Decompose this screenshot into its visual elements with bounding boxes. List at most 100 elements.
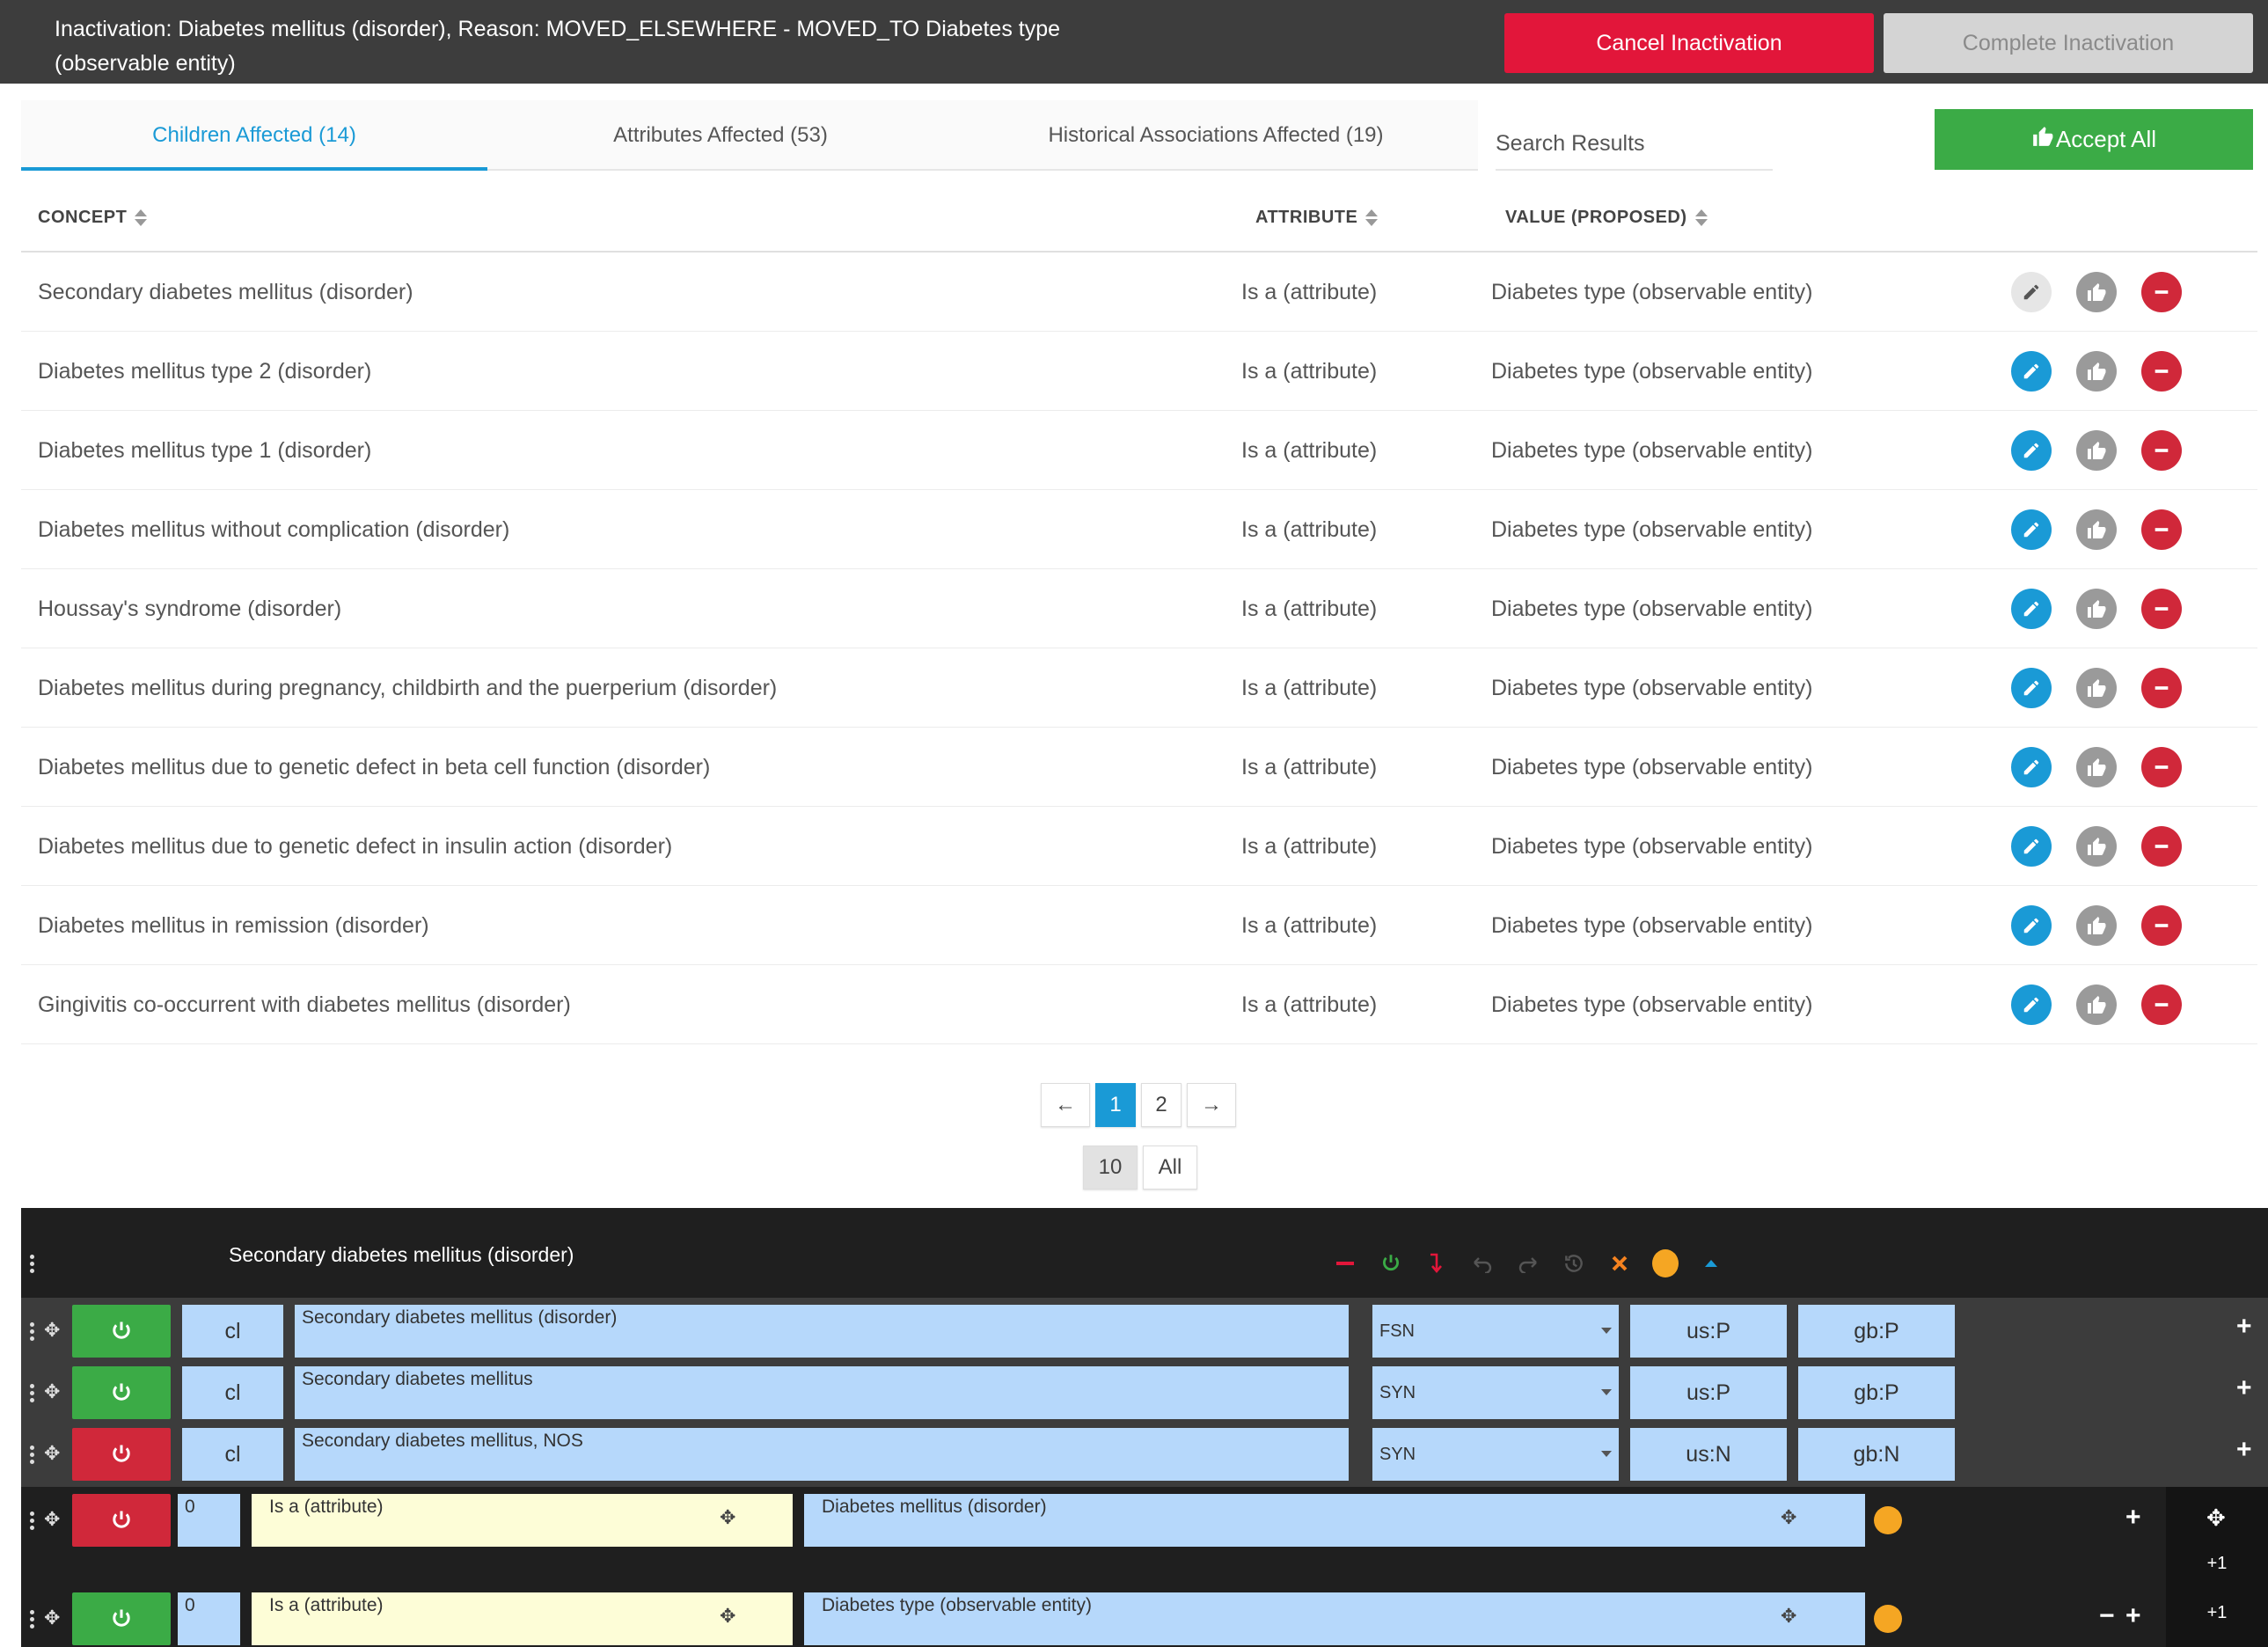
prev-page-button[interactable]: ← — [1041, 1083, 1090, 1127]
gb-acceptability-field[interactable]: gb:N — [1798, 1428, 1955, 1481]
remove-button[interactable] — [2141, 589, 2182, 629]
move-icon[interactable]: ✥ — [1781, 1506, 1796, 1529]
redo-icon[interactable] — [1515, 1250, 1541, 1277]
page-2-button[interactable]: 2 — [1141, 1083, 1182, 1127]
drag-handle-icon[interactable] — [28, 1255, 35, 1276]
group-badge[interactable]: +1 — [2166, 1554, 2268, 1574]
relationship-type-field[interactable]: Is a (attribute) — [252, 1592, 793, 1645]
search-results-input[interactable] — [1496, 118, 1773, 171]
remove-button[interactable] — [2141, 272, 2182, 312]
column-header-attribute[interactable]: ATTRIBUTE — [1255, 187, 1379, 253]
column-header-value-proposed[interactable]: VALUE (PROPOSED) — [1505, 187, 1708, 253]
edit-button[interactable] — [2011, 430, 2052, 471]
description-term-field[interactable]: Secondary diabetes mellitus (disorder) — [295, 1305, 1349, 1358]
remove-button[interactable] — [2141, 351, 2182, 392]
description-term-field[interactable]: Secondary diabetes mellitus, NOS — [295, 1428, 1349, 1481]
cancel-inactivation-button[interactable]: Cancel Inactivation — [1504, 13, 1874, 73]
case-significance-field[interactable]: cl — [182, 1305, 283, 1358]
relationship-type-field[interactable]: Is a (attribute) — [252, 1494, 793, 1547]
toggle-active-button[interactable] — [72, 1592, 171, 1645]
accept-button[interactable] — [2076, 747, 2117, 787]
move-icon[interactable]: ✥ — [720, 1605, 735, 1628]
edit-button[interactable] — [2011, 985, 2052, 1025]
description-type-select[interactable]: FSN — [1372, 1305, 1619, 1358]
accept-button[interactable] — [2076, 826, 2117, 867]
toggle-active-button[interactable] — [72, 1305, 171, 1358]
history-icon[interactable] — [1561, 1250, 1587, 1277]
toggle-active-button[interactable] — [72, 1428, 171, 1481]
drag-handle-icon[interactable] — [28, 1384, 35, 1405]
accept-button[interactable] — [2076, 351, 2117, 392]
add-relationship-icon[interactable]: + — [2125, 1503, 2141, 1533]
edit-button[interactable] — [2011, 905, 2052, 946]
group-badge[interactable]: +1 — [2166, 1603, 2268, 1623]
drag-handle-icon[interactable] — [28, 1512, 35, 1533]
move-icon[interactable]: ✥ — [44, 1319, 60, 1342]
remove-button[interactable] — [2141, 985, 2182, 1025]
accept-button[interactable] — [2076, 905, 2117, 946]
edit-button[interactable] — [2011, 589, 2052, 629]
remove-relationship-icon[interactable]: − — [2099, 1601, 2115, 1631]
gb-acceptability-field[interactable]: gb:P — [1798, 1366, 1955, 1419]
add-description-icon[interactable]: + — [2236, 1435, 2252, 1465]
relationship-target-field[interactable]: Diabetes type (observable entity) — [804, 1592, 1865, 1645]
arrow-down-icon[interactable] — [1423, 1250, 1450, 1277]
drag-handle-icon[interactable] — [28, 1446, 35, 1467]
add-description-icon[interactable]: + — [2236, 1373, 2252, 1403]
case-significance-field[interactable]: cl — [182, 1366, 283, 1419]
undo-icon[interactable] — [1469, 1250, 1496, 1277]
accept-button[interactable] — [2076, 509, 2117, 550]
complete-inactivation-button[interactable]: Complete Inactivation — [1884, 13, 2253, 73]
us-acceptability-field[interactable]: us:P — [1630, 1305, 1787, 1358]
edit-button[interactable] — [2011, 826, 2052, 867]
description-term-field[interactable]: Secondary diabetes mellitus — [295, 1366, 1349, 1419]
column-header-concept[interactable]: CONCEPT — [38, 187, 148, 253]
tab-historical-associations-affected[interactable]: Historical Associations Affected (19) — [954, 100, 1478, 171]
edit-button[interactable] — [2011, 272, 2052, 312]
caret-up-icon[interactable] — [1698, 1250, 1724, 1277]
minimize-icon[interactable] — [1332, 1250, 1358, 1277]
remove-button[interactable] — [2141, 509, 2182, 550]
accept-button[interactable] — [2076, 272, 2117, 312]
move-icon[interactable]: ✥ — [44, 1607, 60, 1629]
us-acceptability-field[interactable]: us:P — [1630, 1366, 1787, 1419]
drag-handle-icon[interactable] — [28, 1322, 35, 1343]
gb-acceptability-field[interactable]: gb:P — [1798, 1305, 1955, 1358]
close-icon[interactable] — [1606, 1250, 1633, 1277]
page-size-all-button[interactable]: All — [1143, 1146, 1197, 1190]
relationship-target-field[interactable]: Diabetes mellitus (disorder) — [804, 1494, 1865, 1547]
move-icon[interactable]: ✥ — [720, 1506, 735, 1529]
move-icon[interactable]: ✥ — [44, 1508, 60, 1531]
toggle-active-button[interactable] — [72, 1366, 171, 1419]
page-size-10-button[interactable]: 10 — [1083, 1146, 1138, 1190]
remove-button[interactable] — [2141, 668, 2182, 708]
accept-button[interactable] — [2076, 985, 2117, 1025]
add-description-icon[interactable]: + — [2236, 1312, 2252, 1342]
edit-button[interactable] — [2011, 747, 2052, 787]
accept-button[interactable] — [2076, 430, 2117, 471]
edit-button[interactable] — [2011, 509, 2052, 550]
toggle-active-button[interactable] — [72, 1494, 171, 1547]
description-type-select[interactable]: SYN — [1372, 1428, 1619, 1481]
tab-attributes-affected[interactable]: Attributes Affected (53) — [487, 100, 954, 171]
us-acceptability-field[interactable]: us:N — [1630, 1428, 1787, 1481]
tab-children-affected[interactable]: Children Affected (14) — [21, 100, 487, 171]
relationship-group-field[interactable]: 0 — [178, 1592, 240, 1645]
power-icon[interactable] — [1378, 1250, 1404, 1277]
remove-button[interactable] — [2141, 430, 2182, 471]
description-type-select[interactable]: SYN — [1372, 1366, 1619, 1419]
move-icon[interactable]: ✥ — [2206, 1504, 2226, 1532]
next-page-button[interactable]: → — [1187, 1083, 1236, 1127]
remove-button[interactable] — [2141, 747, 2182, 787]
relationship-group-field[interactable]: 0 — [178, 1494, 240, 1547]
edit-button[interactable] — [2011, 668, 2052, 708]
move-icon[interactable]: ✥ — [44, 1380, 60, 1403]
edit-button[interactable] — [2011, 351, 2052, 392]
add-relationship-icon[interactable]: + — [2125, 1601, 2141, 1631]
drag-handle-icon[interactable] — [28, 1610, 35, 1631]
accept-button[interactable] — [2076, 589, 2117, 629]
case-significance-field[interactable]: cl — [182, 1428, 283, 1481]
move-icon[interactable]: ✥ — [1781, 1605, 1796, 1628]
accept-button[interactable] — [2076, 668, 2117, 708]
page-1-button[interactable]: 1 — [1095, 1083, 1136, 1127]
